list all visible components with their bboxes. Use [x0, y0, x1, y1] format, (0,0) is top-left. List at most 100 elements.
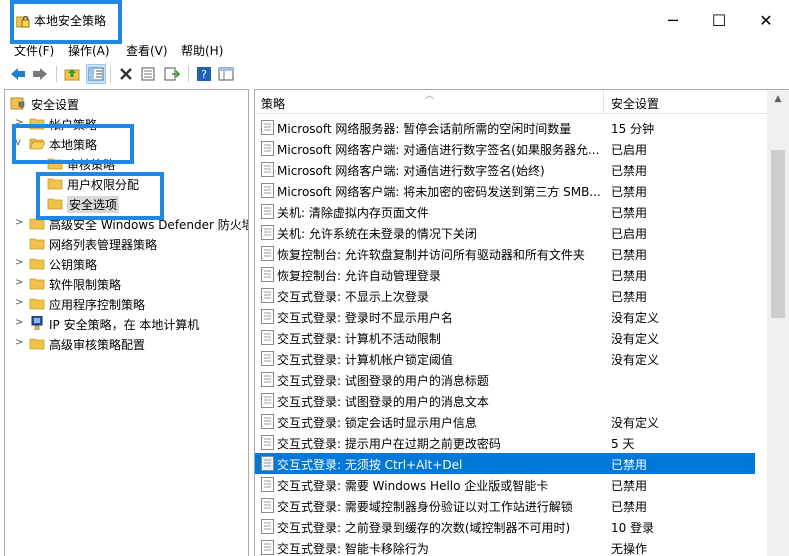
up-folder-icon[interactable] [62, 64, 82, 84]
policy-setting: 没有定义 [611, 332, 660, 346]
vertical-scrollbar[interactable]: ▲ [767, 90, 789, 556]
table-row[interactable]: 交互式登录: 计算机帐户锁定阈值 没有定义 [255, 348, 755, 369]
policy-item-icon [261, 456, 274, 471]
scrollbar-thumb[interactable] [771, 150, 785, 318]
tree-item-label: 应用程序控制策略 [49, 298, 146, 312]
table-row[interactable]: 关机: 允许系统在未登录的情况下关闭 已启用 [255, 222, 755, 243]
table-row[interactable]: 交互式登录: 计算机不活动限制 没有定义 [255, 327, 755, 348]
collapse-arrow-icon[interactable]: v [15, 136, 25, 150]
export-list-icon[interactable] [162, 64, 182, 84]
table-row[interactable]: 关机: 清除虚拟内存页面文件 已禁用 [255, 201, 755, 222]
tree-item-advanced-audit[interactable]: > 高级审核策略配置 [5, 333, 248, 353]
tree-pane[interactable]: 安全设置 > 帐户策略 v 本地策略 审核策略 用户权限分配 安全选项 > 高级… [4, 89, 249, 556]
policy-item-icon [261, 204, 274, 219]
tree-item-label: 安全设置 [31, 98, 80, 112]
policy-item-icon [261, 372, 274, 387]
policy-name: 交互式登录: 智能卡移除行为 [277, 542, 429, 556]
column-header-policy[interactable]: 策略 [261, 95, 285, 112]
table-row[interactable]: 交互式登录: 不显示上次登录 已禁用 [255, 285, 755, 306]
table-row[interactable]: Microsoft 网络服务器: 暂停会话前所需的空闲时间数量 15 分钟 [255, 117, 755, 138]
tree-item-network-list[interactable]: 网络列表管理器策略 [5, 233, 248, 253]
menu-file[interactable]: 文件(F) [14, 42, 54, 59]
list-header: 策略 ︿ 安全设置 [255, 90, 789, 114]
show-hide-tree-icon[interactable] [86, 64, 106, 84]
maximize-button[interactable]: ☐ [696, 6, 742, 36]
tree-item-label: IP 安全策略，在 本地计算机 [49, 318, 200, 332]
policy-name: 交互式登录: 登录时不显示用户名 [277, 311, 453, 325]
policy-item-icon [261, 393, 274, 408]
folder-icon [29, 118, 45, 130]
policy-name: Microsoft 网络服务器: 暂停会话前所需的空闲时间数量 [277, 122, 572, 136]
tree-item-label: 安全选项 [67, 196, 120, 213]
expand-arrow-icon[interactable]: > [15, 316, 25, 330]
expand-arrow-icon[interactable]: > [15, 216, 25, 230]
table-row[interactable]: 交互式登录: 试图登录的用户的消息标题 [255, 369, 755, 390]
policy-setting: 无操作 [611, 542, 648, 556]
folder-icon [47, 158, 63, 170]
help-icon[interactable]: ? [194, 64, 214, 84]
tree-item-security-settings[interactable]: 安全设置 [5, 93, 248, 113]
policy-name: 交互式登录: 需要 Windows Hello 企业版或智能卡 [277, 479, 549, 493]
details-view-icon[interactable] [216, 64, 236, 84]
expand-arrow-icon[interactable]: > [15, 296, 25, 310]
policy-setting: 已禁用 [611, 206, 648, 220]
forward-icon[interactable] [30, 64, 50, 84]
policy-name: 交互式登录: 无须按 Ctrl+Alt+Del [277, 458, 463, 472]
table-row[interactable]: Microsoft 网络客户端: 对通信进行数字签名(如果服务器允... 已启用 [255, 138, 755, 159]
column-header-setting[interactable]: 安全设置 [611, 95, 659, 112]
properties-icon[interactable] [138, 64, 158, 84]
policy-setting: 已禁用 [611, 500, 648, 514]
expand-arrow-icon[interactable]: > [15, 276, 25, 290]
minimize-button[interactable]: ─ [650, 6, 696, 36]
table-row[interactable]: Microsoft 网络客户端: 将未加密的密码发送到第三方 SMB... 已禁用 [255, 180, 755, 201]
table-row[interactable]: 交互式登录: 智能卡移除行为 无操作 [255, 537, 755, 556]
policy-setting: 已禁用 [611, 290, 648, 304]
table-row[interactable]: 恢复控制台: 允许自动管理登录 已禁用 [255, 264, 755, 285]
folder-icon [29, 278, 45, 290]
tree-item-ip-security[interactable]: > IP 安全策略，在 本地计算机 [5, 313, 248, 333]
back-icon[interactable] [8, 64, 28, 84]
column-divider[interactable] [603, 90, 604, 114]
table-row[interactable]: 交互式登录: 需要域控制器身份验证以对工作站进行解锁 已禁用 [255, 495, 755, 516]
expand-arrow-icon[interactable]: > [15, 116, 25, 130]
tree-item-account-policies[interactable]: > 帐户策略 [5, 113, 248, 133]
table-row[interactable]: 交互式登录: 锁定会话时显示用户信息 没有定义 [255, 411, 755, 432]
table-row[interactable]: 交互式登录: 登录时不显示用户名 没有定义 [255, 306, 755, 327]
tree-item-security-options[interactable]: 安全选项 [5, 193, 248, 213]
menu-help[interactable]: 帮助(H) [181, 42, 223, 59]
expand-arrow-icon[interactable]: > [15, 256, 25, 270]
close-button[interactable]: ✕ [743, 6, 789, 36]
table-row[interactable]: Microsoft 网络客户端: 对通信进行数字签名(始终) 已禁用 [255, 159, 755, 180]
policy-name: Microsoft 网络客户端: 将未加密的密码发送到第三方 SMB... [277, 185, 601, 199]
policy-item-icon [261, 540, 274, 555]
scroll-up-arrow-icon[interactable]: ▲ [767, 90, 789, 108]
policy-setting: 已禁用 [611, 248, 648, 262]
table-row[interactable]: 交互式登录: 需要 Windows Hello 企业版或智能卡 已禁用 [255, 474, 755, 495]
delete-icon[interactable] [116, 64, 136, 84]
title-bar[interactable]: 本地安全策略 ─ ☐ ✕ [0, 0, 789, 42]
policy-item-icon [261, 498, 274, 513]
tree-item-label: 帐户策略 [49, 118, 98, 132]
menu-view[interactable]: 查看(V) [126, 42, 168, 59]
table-row[interactable]: 交互式登录: 试图登录的用户的消息文本 [255, 390, 755, 411]
tree-item-firewall[interactable]: > 高级安全 Windows Defender 防火墙 [5, 213, 248, 233]
policy-name: 交互式登录: 之前登录到缓存的次数(域控制器不可用时) [277, 521, 571, 535]
table-row[interactable]: 恢复控制台: 允许软盘复制并访问所有驱动器和所有文件夹 已禁用 [255, 243, 755, 264]
tree-item-app-control[interactable]: > 应用程序控制策略 [5, 293, 248, 313]
policy-name: 关机: 允许系统在未登录的情况下关闭 [277, 227, 477, 241]
table-row[interactable]: 交互式登录: 之前登录到缓存的次数(域控制器不可用时) 10 登录 [255, 516, 755, 537]
tree-item-audit-policy[interactable]: 审核策略 [5, 153, 248, 173]
expand-arrow-icon[interactable]: > [15, 336, 25, 350]
policy-setting: 10 登录 [611, 521, 655, 535]
tree-item-public-key[interactable]: > 公钥策略 [5, 253, 248, 273]
policy-list-pane[interactable]: 策略 ︿ 安全设置 Microsoft 网络服务器: 暂停会话前所需的空闲时间数… [254, 89, 789, 556]
tree-item-user-rights[interactable]: 用户权限分配 [5, 173, 248, 193]
tree-item-label: 本地策略 [49, 138, 98, 152]
menu-action[interactable]: 操作(A) [68, 42, 110, 59]
tree-item-software-restriction[interactable]: > 软件限制策略 [5, 273, 248, 293]
toolbar: ? [0, 62, 789, 86]
policy-item-icon [261, 330, 274, 345]
table-row[interactable]: 交互式登录: 提示用户在过期之前更改密码 5 天 [255, 432, 755, 453]
table-row[interactable]: 交互式登录: 无须按 Ctrl+Alt+Del 已禁用 [255, 453, 755, 474]
tree-item-local-policies[interactable]: v 本地策略 [5, 133, 248, 153]
